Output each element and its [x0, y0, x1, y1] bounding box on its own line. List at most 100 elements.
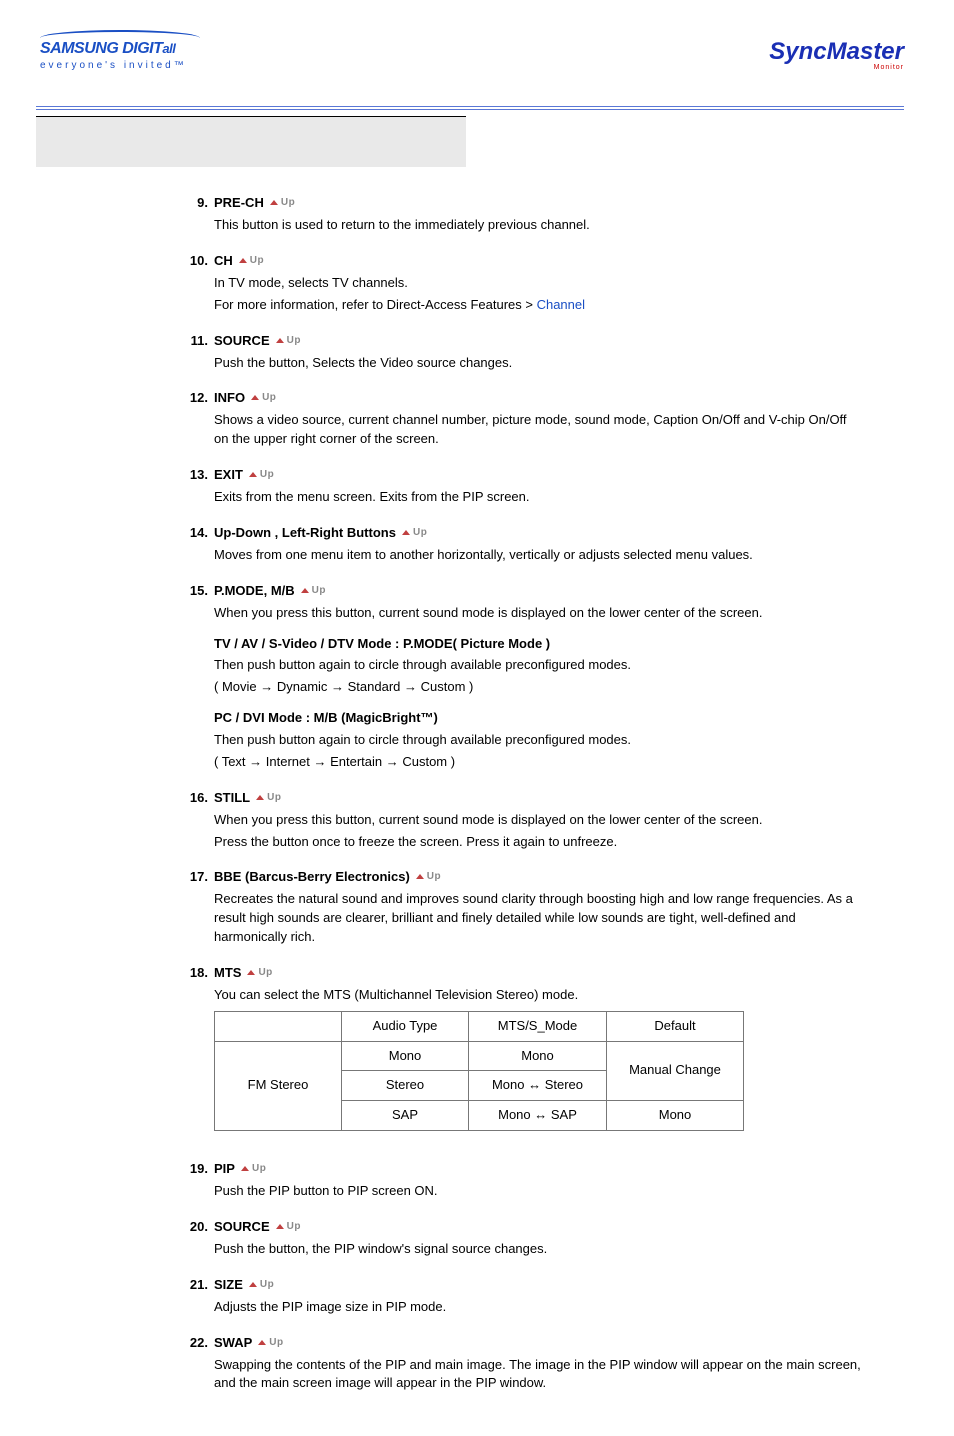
mts-cell: Mono [342, 1041, 469, 1071]
item-title: PIP [214, 1161, 235, 1176]
item-body: Recreates the natural sound and improves… [214, 890, 864, 947]
section-placeholder-bar [36, 116, 466, 167]
item-body-line: When you press this button, current soun… [214, 811, 864, 830]
pmode-sub1-title: TV / AV / S-Video / DTV Mode : P.MODE( P… [214, 635, 864, 654]
item-body: Push the PIP button to PIP screen ON. [214, 1182, 864, 1201]
item-pre-ch: 9. PRE-CH Up This button is used to retu… [180, 195, 864, 235]
up-link[interactable]: Up [276, 1221, 301, 1232]
triangle-up-icon [241, 1166, 249, 1171]
item-info: 12. INFO Up Shows a video source, curren… [180, 390, 864, 449]
triangle-up-icon [416, 874, 424, 879]
up-link[interactable]: Up [247, 967, 272, 978]
up-link[interactable]: Up [249, 469, 274, 480]
mts-cell: Mono [607, 1101, 744, 1131]
item-number: 15. [180, 583, 208, 598]
pmode-sub2-title: PC / DVI Mode : M/B (MagicBright™) [214, 709, 864, 728]
mts-intro: You can select the MTS (Multichannel Tel… [214, 986, 864, 1005]
item-body-line: In TV mode, selects TV channels. [214, 274, 864, 293]
item-pmode: 15. P.MODE, M/B Up When you press this b… [180, 583, 864, 772]
triangle-up-icon [251, 395, 259, 400]
item-number: 12. [180, 390, 208, 405]
item-size: 21. SIZE Up Adjusts the PIP image size i… [180, 1277, 864, 1317]
mts-cell: SAP [342, 1101, 469, 1131]
mts-table: Audio Type MTS/S_Mode Default FM Stereo … [214, 1011, 744, 1131]
triangle-up-icon [276, 1224, 284, 1229]
pmode-intro: When you press this button, current soun… [214, 604, 864, 623]
item-title: INFO [214, 390, 245, 405]
item-number: 21. [180, 1277, 208, 1292]
item-body: Push the button, Selects the Video sourc… [214, 354, 864, 373]
up-link[interactable]: Up [270, 197, 295, 208]
content-area: 9. PRE-CH Up This button is used to retu… [0, 167, 954, 1436]
triangle-up-icon [249, 1282, 257, 1287]
up-link[interactable]: Up [256, 792, 281, 803]
up-link[interactable]: Up [241, 1163, 266, 1174]
item-title: P.MODE, M/B [214, 583, 295, 598]
item-title: MTS [214, 965, 241, 980]
brand-suffix: all [162, 41, 175, 56]
item-number: 17. [180, 869, 208, 884]
item-number: 13. [180, 467, 208, 482]
pmode-sub2-seq: ( Text → Internet → Entertain → Custom ) [214, 753, 864, 772]
triangle-up-icon [247, 970, 255, 975]
item-title: SWAP [214, 1335, 252, 1350]
item-source: 11. SOURCE Up Push the button, Selects t… [180, 333, 864, 373]
mts-th-default: Default [607, 1011, 744, 1041]
item-body: Exits from the menu screen. Exits from t… [214, 488, 864, 507]
up-link[interactable]: Up [416, 871, 441, 882]
item-pip: 19. PIP Up Push the PIP button to PIP sc… [180, 1161, 864, 1201]
mts-th-mode: MTS/S_Mode [469, 1011, 607, 1041]
item-title: CH [214, 253, 233, 268]
pmode-sub1-body: Then push button again to circle through… [214, 656, 864, 675]
item-number: 18. [180, 965, 208, 980]
item-number: 22. [180, 1335, 208, 1350]
mts-th-audiotype: Audio Type [342, 1011, 469, 1041]
channel-link[interactable]: Channel [537, 297, 585, 312]
item-title: SIZE [214, 1277, 243, 1292]
triangle-up-icon [249, 472, 257, 477]
page-header: SAMSUNG DIGITall everyone's invited™ Syn… [0, 0, 954, 100]
item-number: 10. [180, 253, 208, 268]
up-link[interactable]: Up [239, 255, 264, 266]
item-body: Adjusts the PIP image size in PIP mode. [214, 1298, 864, 1317]
up-link[interactable]: Up [276, 335, 301, 346]
brand-logo: SAMSUNG DIGITall everyone's invited™ [40, 30, 210, 71]
item-body-line: Press the button once to freeze the scre… [214, 833, 864, 852]
product-logo: SyncMaster Monitor [769, 38, 904, 71]
up-link[interactable]: Up [301, 585, 326, 596]
item-title: BBE (Barcus-Berry Electronics) [214, 869, 410, 884]
item-body: Push the button, the PIP window's signal… [214, 1240, 864, 1259]
up-link[interactable]: Up [402, 527, 427, 538]
brand-main: SAMSUNG DIGIT [40, 40, 162, 57]
item-mts: 18. MTS Up You can select the MTS (Multi… [180, 965, 864, 1131]
item-ch: 10. CH Up In TV mode, selects TV channel… [180, 253, 864, 315]
up-link[interactable]: Up [251, 392, 276, 403]
item-number: 16. [180, 790, 208, 805]
item-number: 9. [180, 195, 208, 210]
item-title: SOURCE [214, 1219, 270, 1234]
mts-cell: Stereo [342, 1071, 469, 1101]
item-swap: 22. SWAP Up Swapping the contents of the… [180, 1335, 864, 1394]
item-body: Shows a video source, current channel nu… [214, 411, 864, 449]
triangle-up-icon [258, 1340, 266, 1345]
item-exit: 13. EXIT Up Exits from the menu screen. … [180, 467, 864, 507]
item-body: Swapping the contents of the PIP and mai… [214, 1356, 864, 1394]
up-link[interactable]: Up [258, 1337, 283, 1348]
mts-th-blank [215, 1011, 342, 1041]
mts-cell: Manual Change [607, 1041, 744, 1101]
triangle-up-icon [301, 588, 309, 593]
item-body-line: For more information, refer to Direct-Ac… [214, 296, 864, 315]
item-body: This button is used to return to the imm… [214, 216, 864, 235]
triangle-up-icon [239, 258, 247, 263]
up-link[interactable]: Up [249, 1279, 274, 1290]
item-body: Moves from one menu item to another hori… [214, 546, 864, 565]
item-number: 11. [180, 333, 208, 348]
brand-tagline: everyone's invited™ [40, 60, 210, 71]
pmode-sub2-body: Then push button again to circle through… [214, 731, 864, 750]
mts-cell: Mono ↔ Stereo [469, 1071, 607, 1101]
mts-cell: Mono ↔ SAP [469, 1101, 607, 1131]
item-bbe: 17. BBE (Barcus-Berry Electronics) Up Re… [180, 869, 864, 947]
mts-cell: Mono [469, 1041, 607, 1071]
triangle-up-icon [270, 200, 278, 205]
item-title: STILL [214, 790, 250, 805]
